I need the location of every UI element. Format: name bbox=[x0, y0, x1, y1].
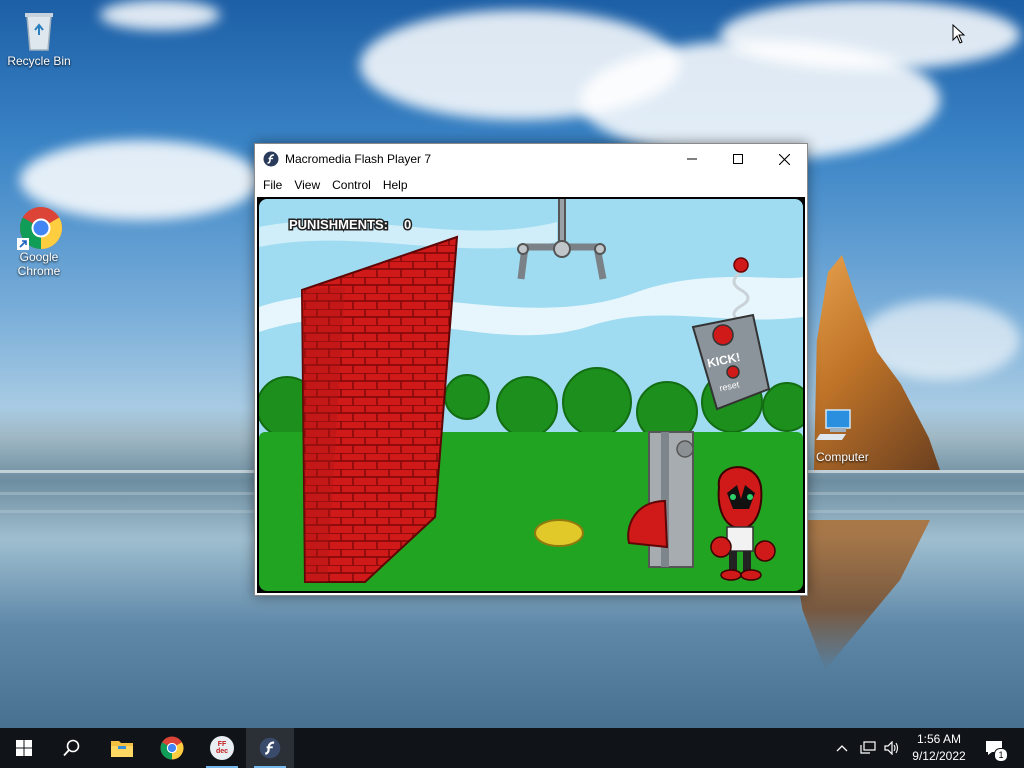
desktop-icon-label: Recycle Bin bbox=[7, 54, 71, 68]
title-bar[interactable]: Macromedia Flash Player 7 bbox=[255, 144, 807, 174]
desktop-icon-google-chrome[interactable]: Google Chrome bbox=[3, 206, 75, 278]
taskbar-ffdec[interactable]: FF dec bbox=[198, 728, 246, 768]
close-icon bbox=[778, 153, 790, 165]
notification-center-button[interactable]: 1 bbox=[982, 728, 1008, 768]
menu-view[interactable]: View bbox=[288, 178, 326, 192]
punishments-label: PUNISHMENTS: bbox=[289, 217, 388, 232]
close-button[interactable] bbox=[761, 144, 807, 174]
network-icon[interactable] bbox=[860, 741, 876, 755]
flash-stage[interactable]: KICK! reset PUNISHMENTS: 0 bbox=[257, 197, 805, 593]
punishments-counter: 0 bbox=[404, 217, 411, 232]
lemon-creature bbox=[534, 519, 584, 547]
desktop-icon-recycle-bin[interactable]: Recycle Bin bbox=[3, 10, 75, 68]
clock-date: 9/12/2022 bbox=[912, 749, 966, 763]
flash-player-window[interactable]: Macromedia Flash Player 7 File View Cont… bbox=[254, 143, 808, 596]
notification-badge: 1 bbox=[994, 748, 1008, 762]
search-button[interactable] bbox=[48, 728, 96, 768]
search-icon bbox=[63, 739, 80, 757]
reset-button[interactable] bbox=[726, 365, 740, 379]
minimize-button[interactable] bbox=[669, 144, 715, 174]
flash-player-icon bbox=[263, 151, 279, 167]
window-title: Macromedia Flash Player 7 bbox=[285, 152, 432, 166]
taskbar-chrome[interactable] bbox=[148, 728, 196, 768]
clock-time: 1:56 AM bbox=[916, 732, 962, 746]
computer-icon bbox=[812, 406, 852, 446]
menu-file[interactable]: File bbox=[257, 178, 288, 192]
ffdec-icon-label: FF dec bbox=[215, 741, 229, 755]
taskbar-file-explorer[interactable] bbox=[98, 728, 146, 768]
maximize-icon bbox=[733, 154, 743, 164]
taskbar-flash-player[interactable] bbox=[246, 728, 294, 768]
recycle-bin-icon bbox=[19, 10, 59, 51]
minimize-icon bbox=[687, 158, 697, 160]
taskbar: FF dec 1:56 AM 9/12/2022 1 bbox=[0, 728, 1024, 768]
system-tray bbox=[836, 728, 900, 768]
chrome-icon bbox=[17, 206, 63, 250]
kick-button[interactable] bbox=[712, 324, 734, 346]
chevron-up-icon[interactable] bbox=[836, 744, 848, 752]
taskbar-clock[interactable]: 1:56 AM 9/12/2022 bbox=[904, 731, 974, 765]
volume-icon[interactable] bbox=[884, 741, 900, 755]
maximize-button[interactable] bbox=[715, 144, 761, 174]
desktop-icon-label: Google Chrome bbox=[17, 250, 61, 278]
menu-bar: File View Control Help bbox=[255, 174, 807, 196]
flash-player-icon bbox=[259, 737, 281, 759]
file-explorer-icon bbox=[111, 741, 133, 757]
menu-control[interactable]: Control bbox=[326, 178, 377, 192]
mouse-cursor-icon bbox=[952, 24, 966, 44]
chrome-icon bbox=[160, 736, 184, 760]
start-button[interactable] bbox=[0, 728, 48, 768]
ffdec-icon: FF dec bbox=[210, 736, 234, 760]
start-icon bbox=[16, 740, 32, 756]
menu-help[interactable]: Help bbox=[377, 178, 414, 192]
